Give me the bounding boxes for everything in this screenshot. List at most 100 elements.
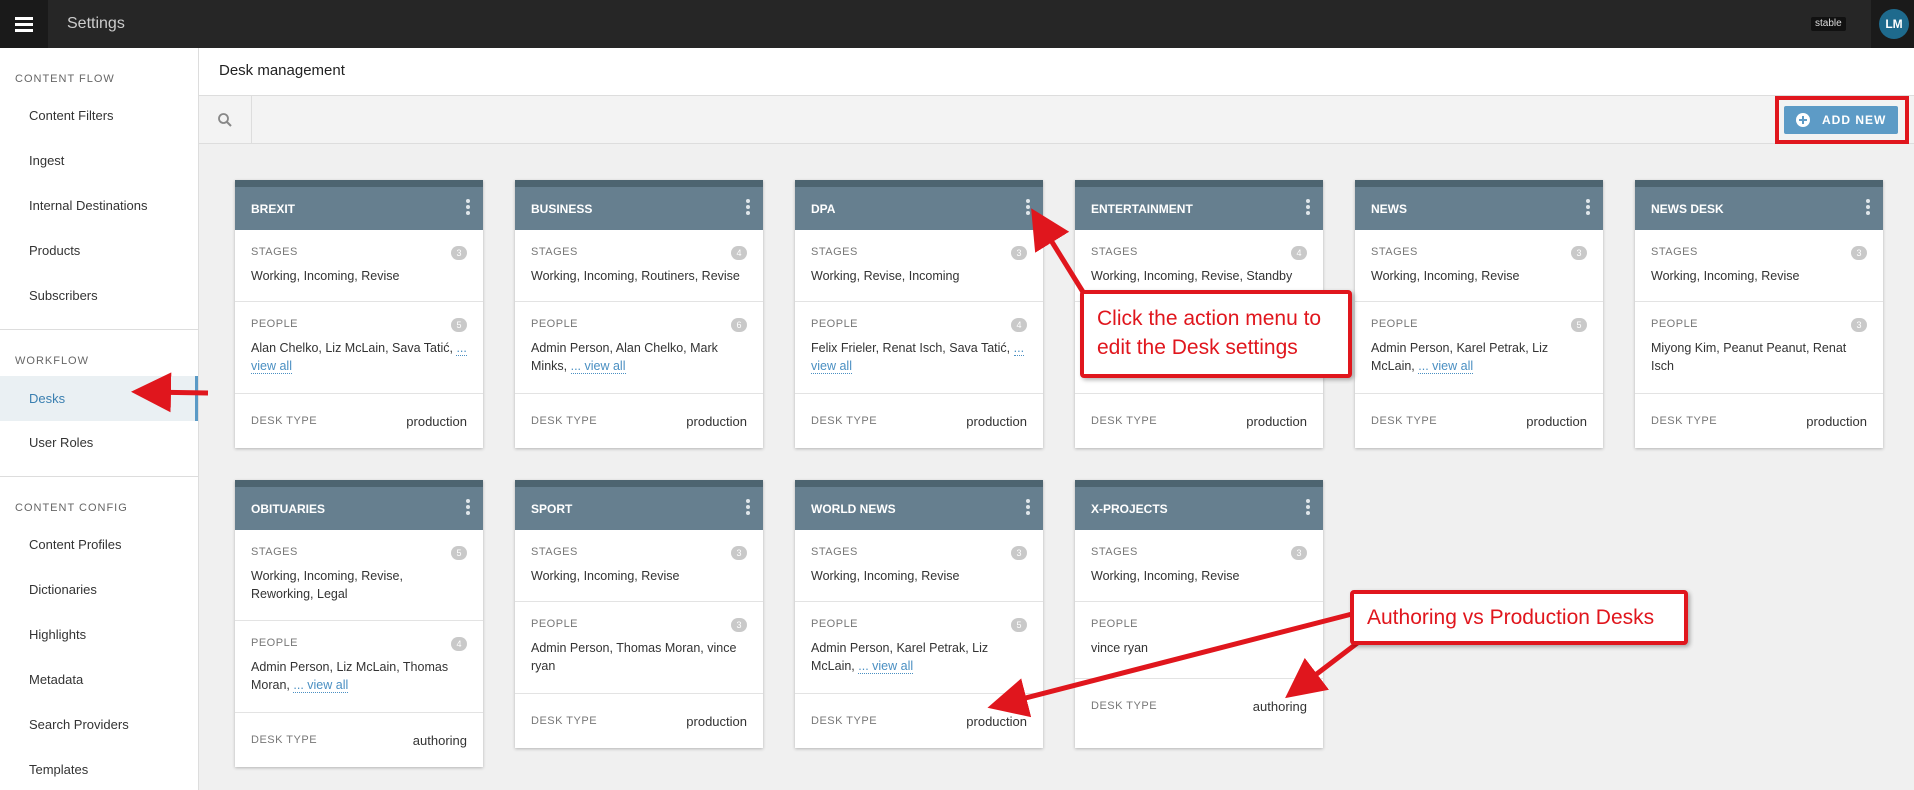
sidebar-item-highlights[interactable]: Highlights <box>0 615 198 655</box>
hamburger-menu-icon[interactable] <box>0 0 48 48</box>
stages-count-badge: 3 <box>731 546 747 560</box>
people-count-badge: 3 <box>731 618 747 632</box>
people-count-badge: 3 <box>1851 318 1867 332</box>
stages-list: Working, Revise, Incoming <box>811 269 960 283</box>
card-header: BUSINESS <box>515 180 763 230</box>
sidebar-item-dictionaries[interactable]: Dictionaries <box>0 570 198 610</box>
desk-name: ENTERTAINMENT <box>1091 202 1193 216</box>
desk-type-label: DESK TYPE <box>811 715 878 727</box>
user-menu[interactable]: LM <box>1871 0 1914 48</box>
view-all-link[interactable]: ... view all <box>570 359 626 374</box>
stages-section: STAGES 4 Working, Incoming, Routiners, R… <box>515 230 763 302</box>
view-all-link[interactable]: ... view all <box>858 659 914 674</box>
sidebar-item-search-providers[interactable]: Search Providers <box>0 705 198 745</box>
top-bar: Settings stable LM <box>0 0 1914 48</box>
people-list: Felix Frieler, Renat Isch, Sava Tatić, .… <box>811 339 1027 375</box>
desk-type-row: DESK TYPE production <box>515 694 763 748</box>
desk-name: BUSINESS <box>531 202 593 216</box>
desk-card-news: NEWS STAGES 3 Working, Incoming, Revise … <box>1355 180 1603 448</box>
desk-type-value: production <box>406 414 467 429</box>
people-list: Admin Person, Karel Petrak, Liz McLain, … <box>1371 339 1587 375</box>
desk-type-label: DESK TYPE <box>531 415 598 427</box>
more-vertical-icon[interactable] <box>466 499 470 515</box>
stages-count-badge: 3 <box>1011 246 1027 260</box>
desk-card-brexit: BREXIT STAGES 3 Working, Incoming, Revis… <box>235 180 483 448</box>
avatar[interactable]: LM <box>1879 9 1909 39</box>
stages-list: Working, Incoming, Revise <box>1091 569 1240 583</box>
desk-card-world-news: WORLD NEWS STAGES 3 Working, Incoming, R… <box>795 480 1043 748</box>
sidebar-item-content-profiles[interactable]: Content Profiles <box>0 525 198 565</box>
stages-list: Working, Incoming, Revise <box>1371 269 1520 283</box>
stages-count-badge: 3 <box>1851 246 1867 260</box>
stages-count-badge: 3 <box>451 246 467 260</box>
stages-label: STAGES <box>531 246 578 258</box>
view-all-link[interactable]: ... view all <box>293 678 349 693</box>
more-vertical-icon[interactable] <box>1026 499 1030 515</box>
stages-list: Working, Incoming, Revise <box>531 569 680 583</box>
desk-name: SPORT <box>531 502 573 516</box>
more-vertical-icon[interactable] <box>746 499 750 515</box>
desk-card-business: BUSINESS STAGES 4 Working, Incoming, Rou… <box>515 180 763 448</box>
stages-label: STAGES <box>1371 246 1418 258</box>
more-vertical-icon[interactable] <box>1306 199 1310 215</box>
sidebar-item-subscribers[interactable]: Subscribers <box>0 276 198 316</box>
sidebar-item-content-filters[interactable]: Content Filters <box>0 96 198 136</box>
more-vertical-icon[interactable] <box>1306 499 1310 515</box>
stages-list: Working, Incoming, Revise <box>251 269 400 283</box>
stages-section: STAGES 3 Working, Incoming, Revise <box>1635 230 1883 302</box>
stages-count-badge: 3 <box>1011 546 1027 560</box>
people-list: vince ryan <box>1091 641 1148 655</box>
stages-count-badge: 3 <box>1291 546 1307 560</box>
more-vertical-icon[interactable] <box>1586 199 1590 215</box>
desk-card-x-projects: X-PROJECTS STAGES 3 Working, Incoming, R… <box>1075 480 1323 748</box>
sidebar-item-metadata[interactable]: Metadata <box>0 660 198 700</box>
stages-label: STAGES <box>1091 246 1138 258</box>
sidebar-heading-content-flow: CONTENT FLOW <box>15 73 115 85</box>
sidebar-item-products[interactable]: Products <box>0 231 198 271</box>
search-button[interactable] <box>199 96 252 143</box>
desk-type-label: DESK TYPE <box>251 734 318 746</box>
people-section: PEOPLE 3 Miyong Kim, Peanut Peanut, Rena… <box>1635 302 1883 394</box>
settings-sidebar: CONTENT FLOW Content Filters Ingest Inte… <box>0 48 199 790</box>
people-section: PEOPLE 6 Admin Person, Alan Chelko, Mark… <box>515 302 763 394</box>
stages-count-badge: 4 <box>731 246 747 260</box>
desk-name: NEWS <box>1371 202 1407 216</box>
desk-type-label: DESK TYPE <box>1371 415 1438 427</box>
stages-list: Working, Incoming, Revise, Reworking, Le… <box>251 569 403 601</box>
more-vertical-icon[interactable] <box>746 199 750 215</box>
desk-type-label: DESK TYPE <box>531 715 598 727</box>
people-label: PEOPLE <box>1371 318 1419 330</box>
sidebar-item-ingest[interactable]: Ingest <box>0 141 198 181</box>
people-section: PEOPLE vince ryan <box>1075 602 1323 679</box>
sidebar-item-internal-destinations[interactable]: Internal Destinations <box>0 186 198 226</box>
view-all-link[interactable]: ... view all <box>1418 359 1474 374</box>
people-list: Admin Person, Alan Chelko, Mark Minks, .… <box>531 339 747 375</box>
stages-label: STAGES <box>251 246 298 258</box>
people-section: PEOPLE 4 Admin Person, Liz McLain, Thoma… <box>235 621 483 713</box>
stages-list: Working, Incoming, Revise, Standby <box>1091 269 1293 283</box>
desk-type-value: production <box>1806 414 1867 429</box>
people-list: Admin Person, Liz McLain, Thomas Moran, … <box>251 658 467 694</box>
stages-count-badge: 5 <box>451 546 467 560</box>
sidebar-item-user-roles[interactable]: User Roles <box>0 423 198 463</box>
people-section: PEOPLE 5 Alan Chelko, Liz McLain, Sava T… <box>235 302 483 394</box>
people-list: Admin Person, Thomas Moran, vince ryan <box>531 641 737 673</box>
stages-list: Working, Incoming, Routiners, Revise <box>531 269 740 283</box>
desk-type-label: DESK TYPE <box>1091 415 1158 427</box>
sidebar-divider <box>0 329 198 330</box>
desk-name: WORLD NEWS <box>811 502 896 516</box>
search-icon <box>218 113 232 127</box>
stages-section: STAGES 3 Working, Incoming, Revise <box>1075 530 1323 602</box>
sidebar-item-desks[interactable]: Desks <box>0 376 198 421</box>
more-vertical-icon[interactable] <box>466 199 470 215</box>
page-title: Desk management <box>219 62 345 79</box>
people-label: PEOPLE <box>1651 318 1699 330</box>
more-vertical-icon[interactable] <box>1866 199 1870 215</box>
sidebar-item-templates[interactable]: Templates <box>0 750 198 790</box>
stages-section: STAGES 3 Working, Revise, Incoming <box>795 230 1043 302</box>
card-header: BREXIT <box>235 180 483 230</box>
people-section: PEOPLE 4 Felix Frieler, Renat Isch, Sava… <box>795 302 1043 394</box>
stages-label: STAGES <box>811 546 858 558</box>
stages-label: STAGES <box>1651 246 1698 258</box>
more-vertical-icon[interactable] <box>1026 199 1030 215</box>
